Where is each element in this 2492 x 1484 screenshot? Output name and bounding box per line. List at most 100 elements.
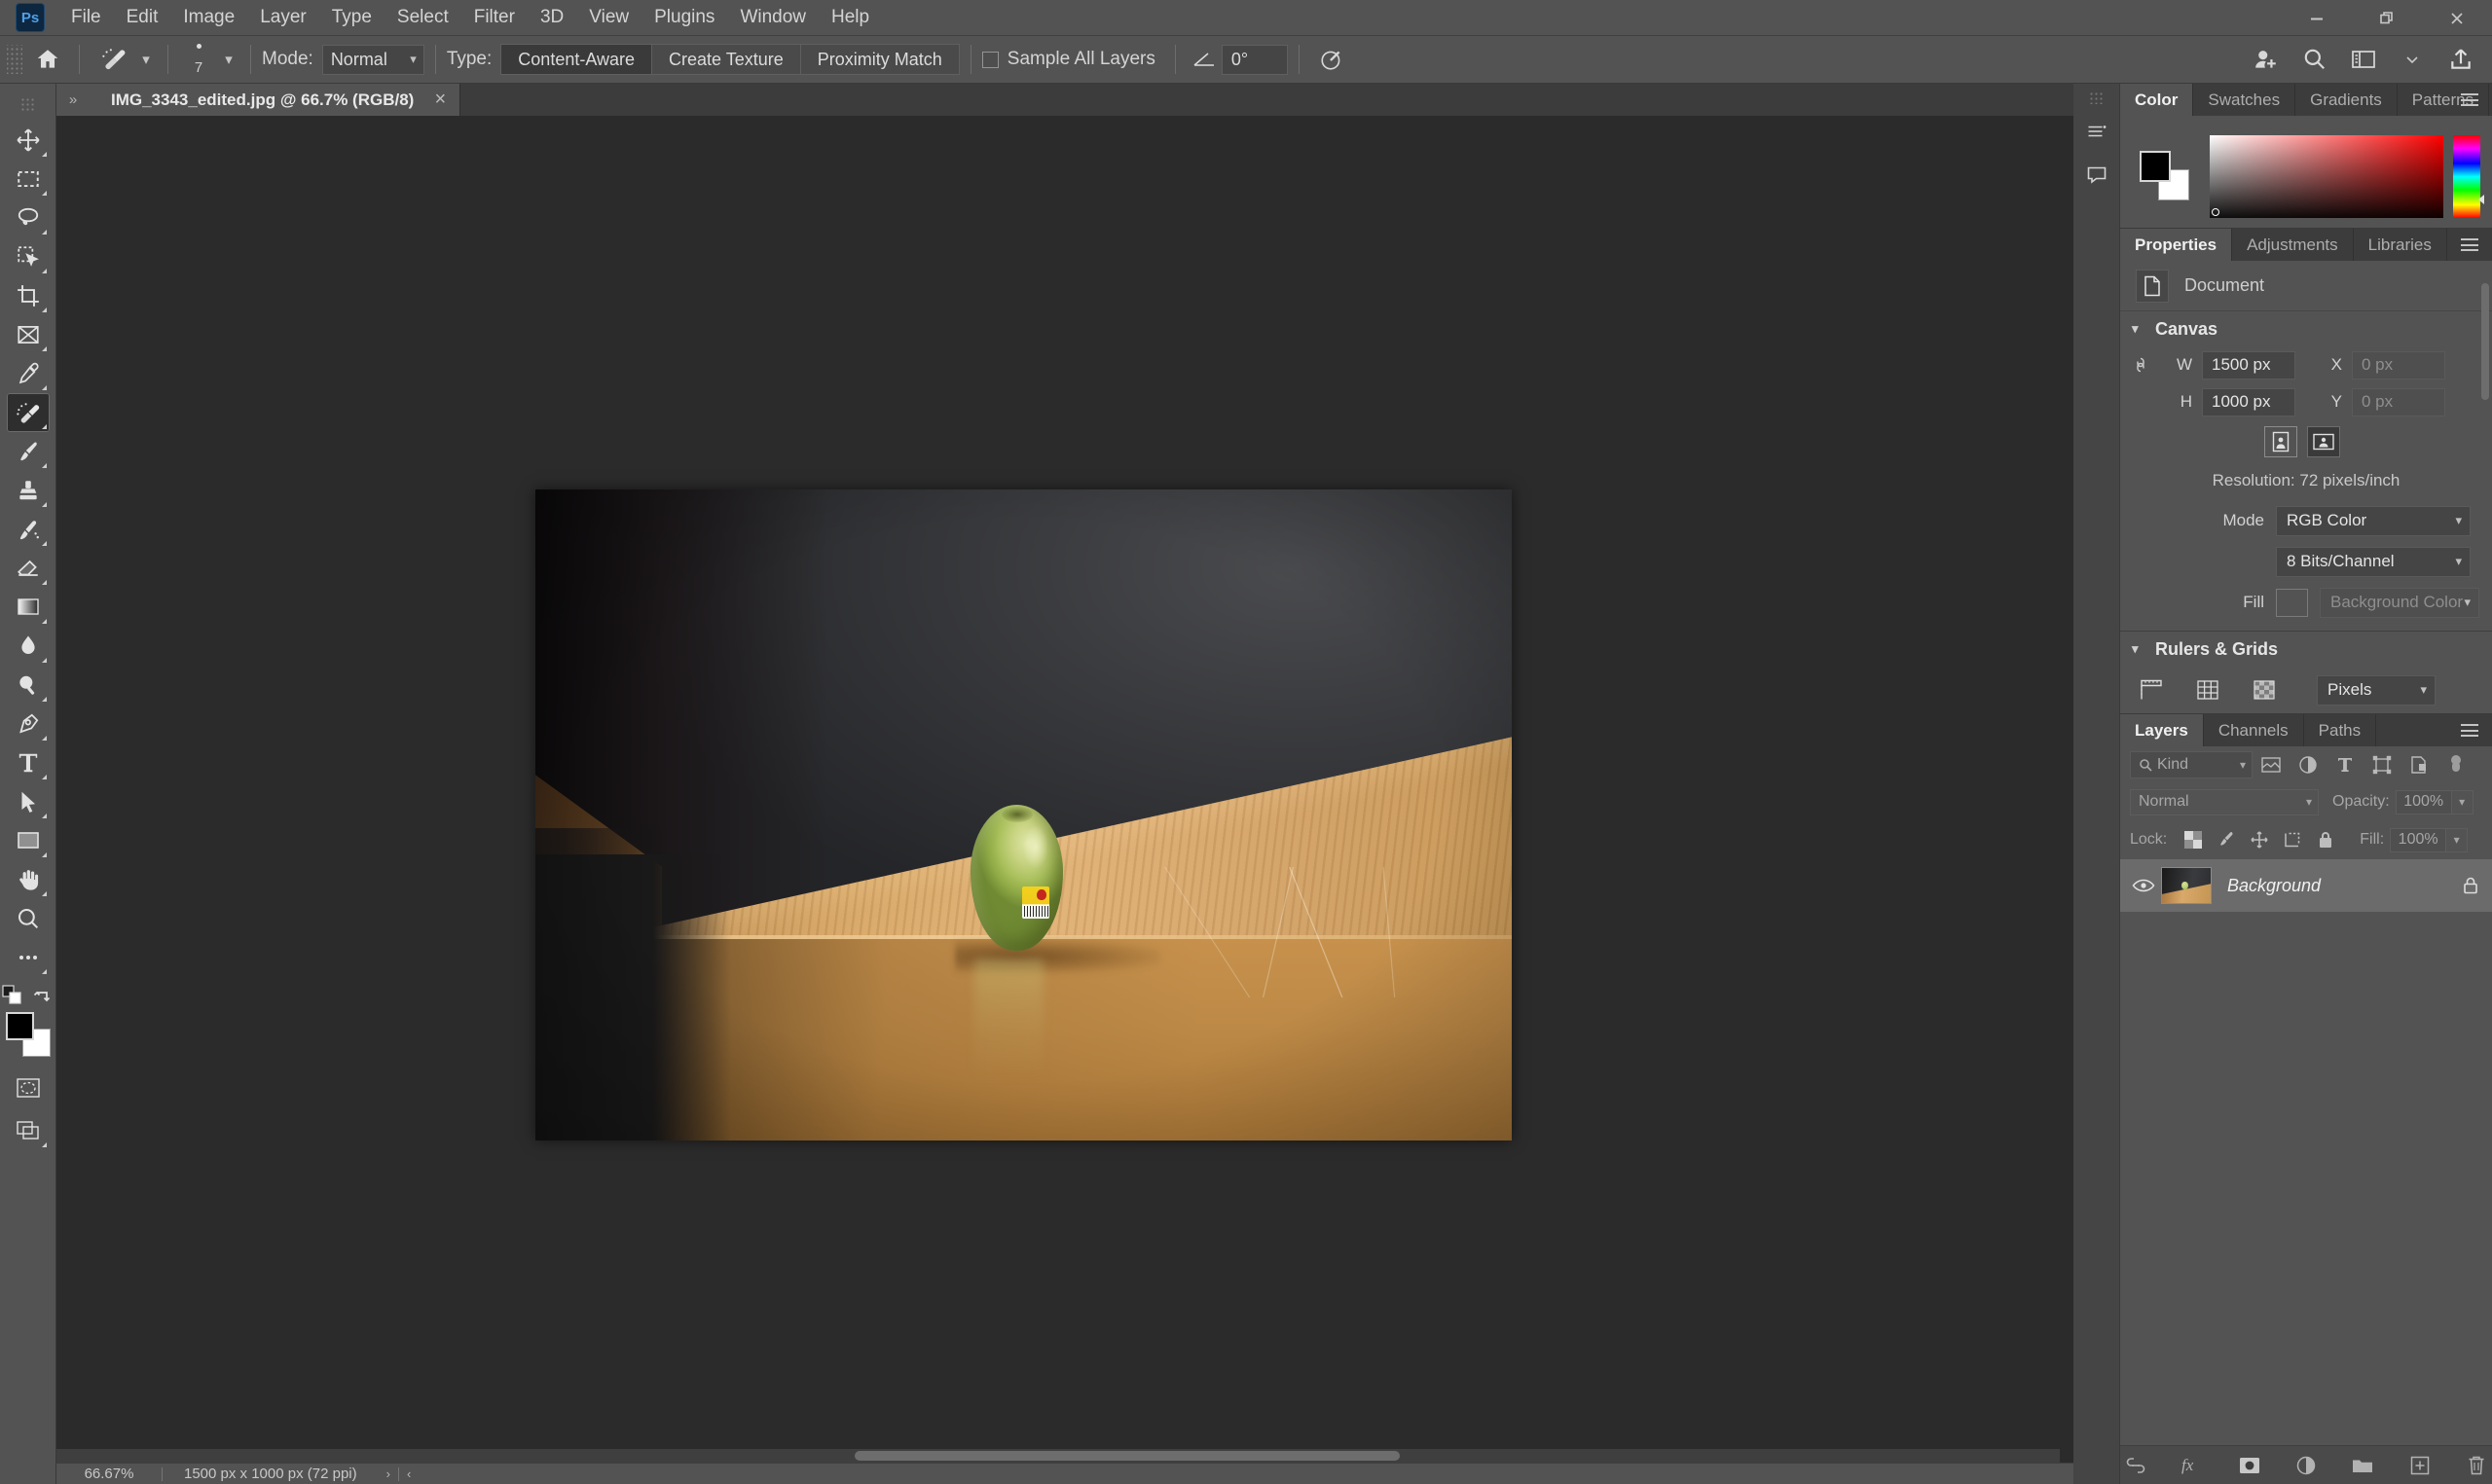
type-filter-icon[interactable] <box>2327 751 2364 778</box>
more-dots-icon[interactable] <box>7 938 50 977</box>
history-icon[interactable] <box>2077 112 2116 151</box>
menu-select[interactable]: Select <box>385 3 461 33</box>
close-button[interactable] <box>2422 0 2492 36</box>
eyedropper-tool[interactable] <box>7 354 50 393</box>
landscape-orientation-icon[interactable] <box>2307 426 2340 457</box>
canvas-fill-select[interactable]: Background Color ▾ <box>2320 588 2479 618</box>
canvas-section-header[interactable]: ▾ Canvas <box>2120 311 2492 346</box>
image-canvas[interactable] <box>535 489 1512 1140</box>
collapse-panels-icon[interactable]: » <box>56 84 90 116</box>
canvas-area[interactable] <box>56 116 2073 1465</box>
menu-view[interactable]: View <box>576 3 641 33</box>
zoom-level[interactable]: 66.67% <box>56 1466 162 1482</box>
new-group-icon[interactable] <box>2347 1451 2378 1480</box>
tab-adjustments[interactable]: Adjustments <box>2232 229 2354 261</box>
crop-tool[interactable] <box>7 276 50 315</box>
color-ramp[interactable] <box>2210 135 2443 218</box>
opacity-chevron-icon[interactable]: ▾ <box>2452 790 2474 814</box>
menu-type[interactable]: Type <box>319 3 385 33</box>
rectangular-marquee-tool[interactable] <box>7 160 50 199</box>
chevron-down-icon[interactable] <box>2391 40 2434 79</box>
new-layer-icon[interactable] <box>2403 1451 2435 1480</box>
color-swatches[interactable] <box>6 1012 51 1057</box>
eye-icon[interactable] <box>2126 878 2161 893</box>
zoom-tool[interactable] <box>7 899 50 938</box>
export-icon[interactable] <box>2439 40 2482 79</box>
canvas-horizontal-scrollbar[interactable] <box>56 1449 2060 1463</box>
dock-rail-grip[interactable] <box>2089 91 2105 104</box>
type-proximity-match-button[interactable]: Proximity Match <box>801 45 959 74</box>
close-icon[interactable]: × <box>429 89 451 111</box>
type-tool[interactable] <box>7 743 50 782</box>
tab-paths[interactable]: Paths <box>2304 714 2376 746</box>
eraser-tool[interactable] <box>7 549 50 588</box>
quick-mask-icon[interactable] <box>7 1068 50 1107</box>
sample-all-layers-checkbox[interactable] <box>982 52 999 68</box>
brush-tool[interactable] <box>7 432 50 471</box>
default-colors-icon[interactable] <box>2 985 23 1006</box>
brush-preset-chevron-icon[interactable]: ▾ <box>135 51 157 68</box>
sample-all-layers-row[interactable]: Sample All Layers <box>982 49 1164 70</box>
menu-file[interactable]: File <box>58 3 114 33</box>
layer-blend-mode-select[interactable]: Normal ▾ <box>2130 789 2319 815</box>
hand-tool[interactable] <box>7 860 50 899</box>
canvas-fill-swatch[interactable] <box>2276 589 2308 617</box>
rulers-grids-section-header[interactable]: ▾ Rulers & Grids <box>2120 632 2492 667</box>
menu-help[interactable]: Help <box>819 3 882 33</box>
rulers-units-select[interactable]: Pixels ▾ <box>2317 675 2436 706</box>
brush-size-indicator[interactable]: 7 <box>179 44 218 76</box>
adjustment-layer-icon[interactable] <box>2290 1451 2322 1480</box>
tools-panel-grip[interactable] <box>20 97 36 111</box>
spot-healing-brush-tool[interactable] <box>7 393 50 432</box>
foreground-color-swatch[interactable] <box>6 1012 34 1040</box>
ruler-icon[interactable] <box>2136 676 2167 704</box>
color-panel-swatches[interactable] <box>2140 151 2196 203</box>
panel-menu-icon[interactable] <box>2455 229 2484 261</box>
brush-settings-chevron-icon[interactable]: ▾ <box>218 51 239 68</box>
tab-gradients[interactable]: Gradients <box>2295 84 2398 116</box>
lasso-tool[interactable] <box>7 199 50 237</box>
history-brush-tool[interactable] <box>7 510 50 549</box>
smart-object-filter-icon[interactable] <box>2400 751 2437 778</box>
canvas-mode-select[interactable]: RGB Color ▾ <box>2276 506 2471 536</box>
document-tab[interactable]: IMG_3343_edited.jpg @ 66.7% (RGB/8) × <box>90 84 460 116</box>
pixel-filter-icon[interactable] <box>2253 751 2290 778</box>
lock-image-icon[interactable] <box>2210 826 2243 853</box>
opacity-value[interactable]: 100% <box>2396 790 2452 814</box>
menu-3d[interactable]: 3D <box>528 3 576 33</box>
blur-tool[interactable] <box>7 627 50 666</box>
canvas-width-input[interactable]: 1500 px <box>2202 351 2295 380</box>
menu-layer[interactable]: Layer <box>247 3 319 33</box>
spot-healing-brush-icon[interactable] <box>91 42 135 77</box>
tab-channels[interactable]: Channels <box>2204 714 2304 746</box>
menu-filter[interactable]: Filter <box>461 3 528 33</box>
link-layers-icon[interactable] <box>2120 1451 2151 1480</box>
tab-color[interactable]: Color <box>2120 84 2193 116</box>
canvas-height-input[interactable]: 1000 px <box>2202 388 2295 416</box>
pen-tool[interactable] <box>7 705 50 743</box>
scroll-thumb-horizontal[interactable] <box>855 1451 1400 1461</box>
dodge-tool[interactable] <box>7 666 50 705</box>
layer-row-background[interactable]: Background <box>2120 859 2492 912</box>
type-create-texture-button[interactable]: Create Texture <box>652 45 801 74</box>
foreground-color-swatch[interactable] <box>2140 151 2171 182</box>
shape-filter-icon[interactable] <box>2364 751 2400 778</box>
lock-artboard-icon[interactable] <box>2276 826 2309 853</box>
blend-mode-select[interactable]: Normal ▾ <box>322 45 424 75</box>
hue-slider[interactable] <box>2453 135 2480 218</box>
angle-input[interactable]: 0° <box>1222 45 1288 75</box>
transparency-grid-icon[interactable] <box>2249 676 2280 704</box>
type-content-aware-button[interactable]: Content-Aware <box>501 45 652 74</box>
options-bar-grip[interactable] <box>7 45 22 74</box>
grid-icon[interactable] <box>2192 676 2223 704</box>
tab-libraries[interactable]: Libraries <box>2354 229 2447 261</box>
move-tool[interactable] <box>7 121 50 160</box>
menu-edit[interactable]: Edit <box>114 3 171 33</box>
filter-toggle-icon[interactable] <box>2437 751 2474 778</box>
lock-icon[interactable] <box>2449 876 2492 895</box>
tab-properties[interactable]: Properties <box>2120 229 2232 261</box>
fill-chevron-icon[interactable]: ▾ <box>2446 828 2468 852</box>
path-selection-tool[interactable] <box>7 782 50 821</box>
tab-swatches[interactable]: Swatches <box>2193 84 2295 116</box>
fill-value[interactable]: 100% <box>2390 828 2446 852</box>
